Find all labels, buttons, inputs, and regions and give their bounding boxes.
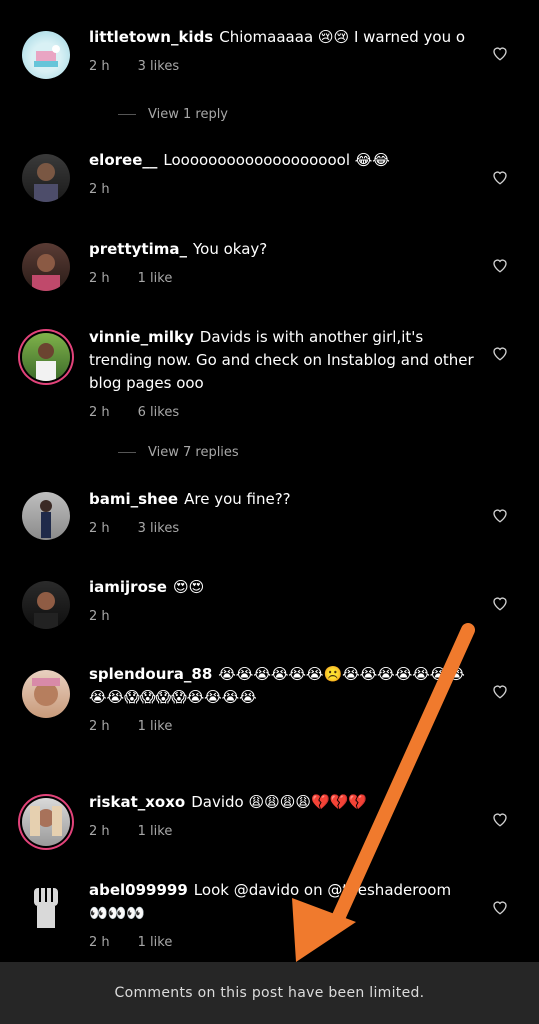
- comment-username[interactable]: bami_shee: [89, 490, 178, 508]
- comment-username[interactable]: prettytima_: [89, 240, 187, 258]
- comment-time: 2 h: [89, 521, 110, 536]
- comment-likes[interactable]: 1 like: [138, 824, 173, 839]
- comment-likes[interactable]: 6 likes: [138, 405, 179, 420]
- reply-divider: [118, 452, 136, 453]
- heart-outline-icon[interactable]: [491, 256, 509, 274]
- comment-meta: 2 h 1 like: [89, 267, 474, 290]
- comment-meta: 2 h 3 likes: [89, 517, 474, 540]
- comment-username[interactable]: abel099999: [89, 881, 188, 899]
- comment-text: Chiomaaaaa 😢😢 I warned you o: [219, 28, 466, 46]
- comment-time: 2 h: [89, 824, 110, 839]
- comment-meta: 2 h 3 likes: [89, 55, 474, 78]
- avatar-image: [34, 45, 60, 67]
- avatar[interactable]: [22, 798, 70, 846]
- raised-fist-icon: [34, 888, 58, 928]
- comment-likes[interactable]: 1 like: [138, 935, 173, 950]
- comment-text: 😍😍: [172, 578, 205, 596]
- avatar-image: [32, 254, 60, 291]
- comment-username[interactable]: splendoura_88: [89, 665, 212, 683]
- avatar[interactable]: [22, 882, 70, 930]
- comment-time: 2 h: [89, 59, 110, 74]
- heart-outline-icon[interactable]: [491, 168, 509, 186]
- comment-body: prettytima_ You okay? 2 h 1 like: [89, 238, 474, 290]
- comment-username[interactable]: vinnie_milky: [89, 328, 194, 346]
- avatar[interactable]: [22, 581, 70, 629]
- avatar[interactable]: [22, 670, 70, 718]
- comment-text: You okay?: [193, 240, 268, 258]
- comment-username[interactable]: iamijrose: [89, 578, 167, 596]
- comment-time: 2 h: [89, 935, 110, 950]
- view-replies-label: View 7 replies: [148, 445, 239, 460]
- avatar-image: [34, 592, 58, 629]
- avatar[interactable]: [22, 243, 70, 291]
- comment-body: littletown_kids Chiomaaaaa 😢😢 I warned yo…: [89, 26, 474, 78]
- comment-meta: 2 h 1 like: [89, 820, 474, 843]
- comments-limited-banner: Comments on this post have been limited.: [0, 962, 539, 1024]
- comment-text: Loooooooooooooooooool 😂😂: [163, 151, 390, 169]
- avatar[interactable]: [22, 154, 70, 202]
- comment-text: Are you fine??: [184, 490, 291, 508]
- heart-outline-icon[interactable]: [491, 682, 509, 700]
- avatar[interactable]: [22, 31, 70, 79]
- heart-outline-icon[interactable]: [491, 344, 509, 362]
- avatar-image: [36, 343, 56, 381]
- heart-outline-icon[interactable]: [491, 810, 509, 828]
- comment-body: abel099999 Look @davido on @theshaderoom …: [89, 879, 474, 954]
- avatar-image: [40, 500, 52, 538]
- avatar-image: [30, 806, 62, 836]
- comment-body: iamijrose 😍😍 2 h: [89, 576, 474, 628]
- comment-time: 2 h: [89, 182, 110, 197]
- avatar-image: [34, 163, 58, 202]
- comments-limited-text: Comments on this post have been limited.: [114, 985, 425, 1001]
- heart-outline-icon[interactable]: [491, 506, 509, 524]
- comment-time: 2 h: [89, 271, 110, 286]
- comment-meta: 2 h 1 like: [89, 715, 474, 738]
- comment-body: riskat_xoxo Davido 😩😩😩😩💔💔💔 2 h 1 like: [89, 791, 474, 843]
- heart-outline-icon[interactable]: [491, 44, 509, 62]
- comment-time: 2 h: [89, 405, 110, 420]
- comment-body: vinnie_milky Davids is with another girl,…: [89, 326, 474, 424]
- reply-divider: [118, 114, 136, 115]
- comment-text: Davido 😩😩😩😩💔💔💔: [191, 793, 368, 811]
- comment-username[interactable]: littletown_kids: [89, 28, 213, 46]
- comment-likes[interactable]: 1 like: [138, 271, 173, 286]
- avatar[interactable]: [22, 333, 70, 381]
- view-replies-button[interactable]: View 1 reply: [118, 107, 228, 122]
- comment-body: bami_shee Are you fine?? 2 h 3 likes: [89, 488, 474, 540]
- avatar-image: [32, 678, 60, 706]
- comment-meta: 2 h 6 likes: [89, 401, 474, 424]
- avatar[interactable]: [22, 492, 70, 540]
- comment-username[interactable]: eloree__: [89, 151, 157, 169]
- comment-time: 2 h: [89, 609, 110, 624]
- view-replies-label: View 1 reply: [148, 107, 228, 122]
- comment-likes[interactable]: 3 likes: [138, 521, 179, 536]
- comment-time: 2 h: [89, 719, 110, 734]
- comment-meta: 2 h: [89, 605, 474, 628]
- view-replies-button[interactable]: View 7 replies: [118, 445, 239, 460]
- comment-username[interactable]: riskat_xoxo: [89, 793, 185, 811]
- comment-likes[interactable]: 1 like: [138, 719, 173, 734]
- comment-meta: 2 h 1 like: [89, 931, 474, 954]
- heart-outline-icon[interactable]: [491, 594, 509, 612]
- comment-likes[interactable]: 3 likes: [138, 59, 179, 74]
- comment-body: eloree__ Loooooooooooooooooool 😂😂 2 h: [89, 149, 474, 201]
- heart-outline-icon[interactable]: [491, 898, 509, 916]
- comment-body: splendoura_88 😭😭😭😭😭😭☹️😭😭😭😭😭😭😭😭😭😱😱😱😱😭😭😭😭 2…: [89, 663, 474, 738]
- comment-meta: 2 h: [89, 178, 474, 201]
